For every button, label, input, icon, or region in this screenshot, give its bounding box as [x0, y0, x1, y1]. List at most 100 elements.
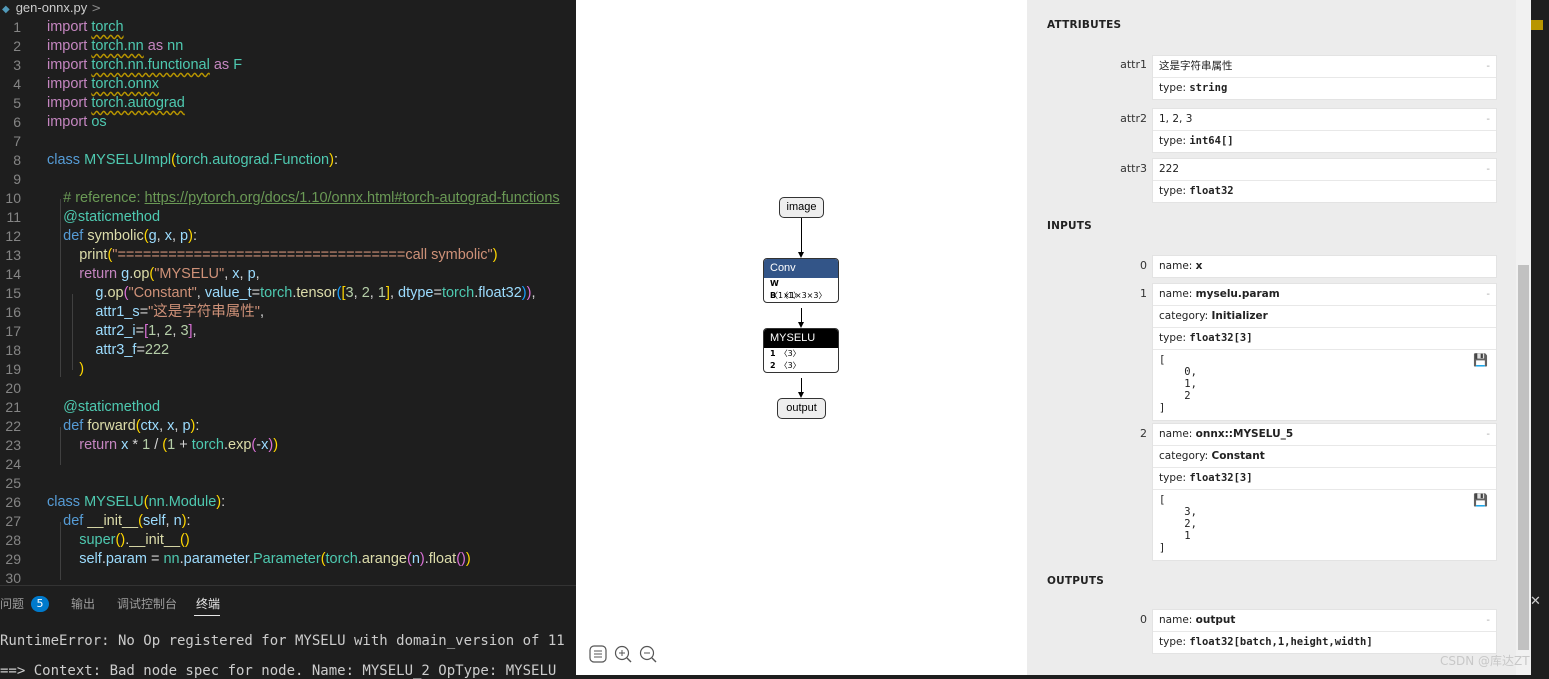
- edge: [801, 308, 802, 322]
- node-attr-row: 1 〈3〉: [764, 348, 838, 360]
- code-text[interactable]: @staticmethod: [47, 398, 160, 417]
- tab-problems[interactable]: 问题: [0, 595, 24, 612]
- output-node[interactable]: output: [777, 398, 826, 419]
- input-name: x: [1195, 260, 1203, 272]
- code-text[interactable]: return x * 1 / (1 + torch.exp(-x)): [47, 436, 278, 455]
- collapse-icon[interactable]: -: [1486, 56, 1490, 77]
- code-text[interactable]: ): [47, 360, 84, 379]
- code-line[interactable]: 10 # reference: https://pytorch.org/docs…: [0, 189, 576, 208]
- collapse-icon[interactable]: -: [1486, 284, 1490, 305]
- attribute-value-row: 这是字符串属性 -: [1153, 56, 1496, 77]
- code-text[interactable]: def symbolic(g, x, p):: [47, 227, 197, 246]
- collapse-icon[interactable]: -: [1486, 159, 1490, 180]
- code-line[interactable]: 30: [0, 569, 576, 585]
- tab-terminal[interactable]: 终端: [196, 595, 220, 612]
- node-conv[interactable]: Conv W〈1×1×3×3〉 B 〈1〉: [763, 258, 839, 303]
- code-line[interactable]: 2 import torch.nn as nn: [0, 37, 576, 56]
- code-text[interactable]: attr2_i=[1, 2, 3],: [47, 322, 196, 341]
- code-text[interactable]: import torch: [47, 18, 124, 37]
- code-text[interactable]: import torch.autograd: [47, 94, 185, 113]
- tab-output[interactable]: 输出: [71, 595, 95, 612]
- attr-shape: 〈1〉: [780, 291, 802, 300]
- code-line[interactable]: 8 class MYSELUImpl(torch.autograd.Functio…: [0, 151, 576, 170]
- breadcrumb[interactable]: ◆ gen-onnx.py >: [0, 0, 576, 16]
- code-text[interactable]: def forward(ctx, x, p):: [47, 417, 199, 436]
- collapse-icon[interactable]: -: [1486, 610, 1490, 631]
- code-text[interactable]: def __init__(self, n):: [47, 512, 190, 531]
- attribute-name: attr2: [1120, 112, 1147, 125]
- code-text[interactable]: import torch.nn as nn: [47, 37, 183, 56]
- collapse-icon[interactable]: -: [1486, 424, 1490, 445]
- graph-canvas[interactable]: image Conv W〈1×1×3×3〉 B 〈1〉 MYSELU 1 〈3〉 2…: [576, 0, 1027, 675]
- code-line[interactable]: 23 return x * 1 / (1 + torch.exp(-x)): [0, 436, 576, 455]
- code-line[interactable]: 12 def symbolic(g, x, p):: [0, 227, 576, 246]
- save-icon[interactable]: 💾: [1473, 494, 1488, 506]
- menu-icon[interactable]: [589, 645, 607, 663]
- code-text[interactable]: return g.op("MYSELU", x, p,: [47, 265, 259, 284]
- attribute-value: 这是字符串属性: [1159, 60, 1233, 72]
- input-box[interactable]: name: onnx::MYSELU_5- category: Constant…: [1152, 423, 1497, 561]
- breadcrumb-filename[interactable]: gen-onnx.py: [16, 0, 88, 15]
- code-text[interactable]: class MYSELUImpl(torch.autograd.Function…: [47, 151, 338, 170]
- code-text[interactable]: attr3_f=222: [47, 341, 169, 360]
- code-line[interactable]: 13 print("==============================…: [0, 246, 576, 265]
- code-line[interactable]: 11 @staticmethod: [0, 208, 576, 227]
- line-number: 25: [5, 475, 21, 491]
- code-line[interactable]: 14 return g.op("MYSELU", x, p,: [0, 265, 576, 284]
- code-text[interactable]: g.op("Constant", value_t=torch.tensor([3…: [47, 284, 535, 303]
- code-line[interactable]: 22 def forward(ctx, x, p):: [0, 417, 576, 436]
- zoom-out-icon[interactable]: [639, 645, 657, 663]
- code-line[interactable]: 4 import torch.onnx: [0, 75, 576, 94]
- code-line[interactable]: 24: [0, 455, 576, 474]
- code-text[interactable]: super().__init__(): [47, 531, 189, 550]
- code-line[interactable]: 27 def __init__(self, n):: [0, 512, 576, 531]
- code-line[interactable]: 21 @staticmethod: [0, 398, 576, 417]
- properties-sidebar[interactable]: ATTRIBUTES attr1 这是字符串属性 - type: string a…: [1027, 0, 1516, 675]
- code-text[interactable]: self.param = nn.parameter.Parameter(torc…: [47, 550, 470, 569]
- code-line[interactable]: 26 class MYSELU(nn.Module):: [0, 493, 576, 512]
- code-line[interactable]: 5 import torch.autograd: [0, 94, 576, 113]
- code-line[interactable]: 28 super().__init__(): [0, 531, 576, 550]
- code-line[interactable]: 18 attr3_f=222: [0, 341, 576, 360]
- line-number: 4: [13, 76, 21, 92]
- code-text[interactable]: print("=================================…: [47, 246, 497, 265]
- input-box[interactable]: name: x: [1152, 255, 1497, 278]
- input-node-image[interactable]: image: [779, 197, 824, 218]
- code-text[interactable]: # reference: https://pytorch.org/docs/1.…: [47, 189, 560, 208]
- code-text[interactable]: attr1_s="这是字符串属性",: [47, 303, 264, 322]
- code-line[interactable]: 20: [0, 379, 576, 398]
- code-line[interactable]: 19 ): [0, 360, 576, 379]
- code-line[interactable]: 15 g.op("Constant", value_t=torch.tensor…: [0, 284, 576, 303]
- code-editor[interactable]: ◆ gen-onnx.py > 1 import torch 2 import torch…: [0, 0, 576, 585]
- tab-debug-console[interactable]: 调试控制台: [117, 595, 177, 612]
- code-line[interactable]: 3 import torch.nn.functional as F: [0, 56, 576, 75]
- output-type-row: type: float32[batch,1,height,width]: [1153, 631, 1496, 653]
- code-line[interactable]: 6 import os: [0, 113, 576, 132]
- zoom-in-icon[interactable]: [614, 645, 632, 663]
- output-box[interactable]: name: output - type: float32[batch,1,heig…: [1152, 609, 1497, 654]
- code-line[interactable]: 29 self.param = nn.parameter.Parameter(t…: [0, 550, 576, 569]
- code-text[interactable]: class MYSELU(nn.Module):: [47, 493, 225, 512]
- input-name-row: name: x: [1159, 260, 1203, 272]
- collapse-icon[interactable]: -: [1486, 109, 1490, 130]
- input-category-row: category: Constant: [1153, 445, 1496, 467]
- code-line[interactable]: 9: [0, 170, 576, 189]
- sidebar-scrollbar-thumb[interactable]: [1518, 265, 1529, 650]
- save-icon[interactable]: 💾: [1473, 354, 1488, 366]
- node-myselu[interactable]: MYSELU 1 〈3〉 2 〈3〉: [763, 328, 839, 373]
- code-line[interactable]: 25: [0, 474, 576, 493]
- code-line[interactable]: 1 import torch: [0, 18, 576, 37]
- code-text[interactable]: @staticmethod: [47, 208, 160, 227]
- code-text[interactable]: import os: [47, 113, 107, 132]
- code-line[interactable]: 16 attr1_s="这是字符串属性",: [0, 303, 576, 322]
- input-box[interactable]: name: myselu.param - category: Initialize…: [1152, 283, 1497, 421]
- code-line[interactable]: 17 attr2_i=[1, 2, 3],: [0, 322, 576, 341]
- attribute-box[interactable]: 这是字符串属性 - type: string: [1152, 55, 1497, 100]
- code-line[interactable]: 7: [0, 132, 576, 151]
- code-text[interactable]: import torch.nn.functional as F: [47, 56, 242, 75]
- attr-shape: 〈3〉: [779, 349, 801, 358]
- code-text[interactable]: import torch.onnx: [47, 75, 159, 94]
- attribute-box[interactable]: 222 - type: float32: [1152, 158, 1497, 203]
- close-icon[interactable]: ✕: [1530, 594, 1541, 609]
- attribute-box[interactable]: 1, 2, 3 - type: int64[]: [1152, 108, 1497, 153]
